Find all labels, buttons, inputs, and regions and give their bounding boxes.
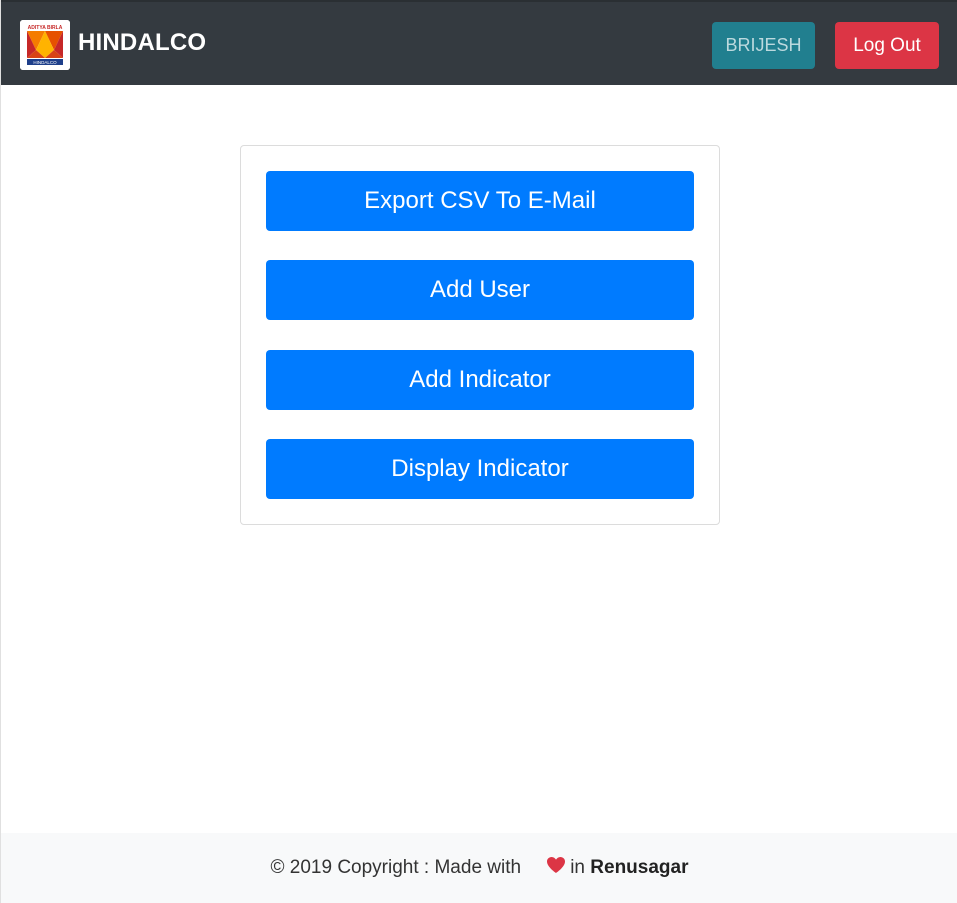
- footer-in-text: in: [570, 857, 585, 878]
- add-user-button[interactable]: Add User: [266, 260, 694, 320]
- logout-button[interactable]: Log Out: [835, 22, 939, 69]
- footer-copyright-text: © 2019 Copyright : Made with: [270, 857, 522, 878]
- footer: © 2019 Copyright : Made with in Renusaga…: [1, 833, 957, 903]
- display-indicator-button[interactable]: Display Indicator: [266, 439, 694, 499]
- logo-top-text: ADITYA BIRLA: [28, 25, 63, 31]
- brand-name[interactable]: HINDALCO: [78, 29, 206, 57]
- footer-place-name: Renusagar: [590, 857, 689, 878]
- user-button[interactable]: BRIJESH: [712, 22, 815, 69]
- add-indicator-button[interactable]: Add Indicator: [266, 350, 694, 410]
- aditya-birla-logo-icon: ADITYA BIRLA HINDALCO: [20, 20, 70, 70]
- logo-bottom-text: HINDALCO: [33, 60, 57, 65]
- brand-logo[interactable]: ADITYA BIRLA HINDALCO: [20, 20, 70, 70]
- top-navbar: ADITYA BIRLA HINDALCO HINDALCO BRIJESH L…: [1, 0, 957, 85]
- export-csv-button[interactable]: Export CSV To E-Mail: [266, 171, 694, 231]
- actions-card: Export CSV To E-Mail Add User Add Indica…: [240, 145, 720, 525]
- heart-icon: [525, 834, 566, 902]
